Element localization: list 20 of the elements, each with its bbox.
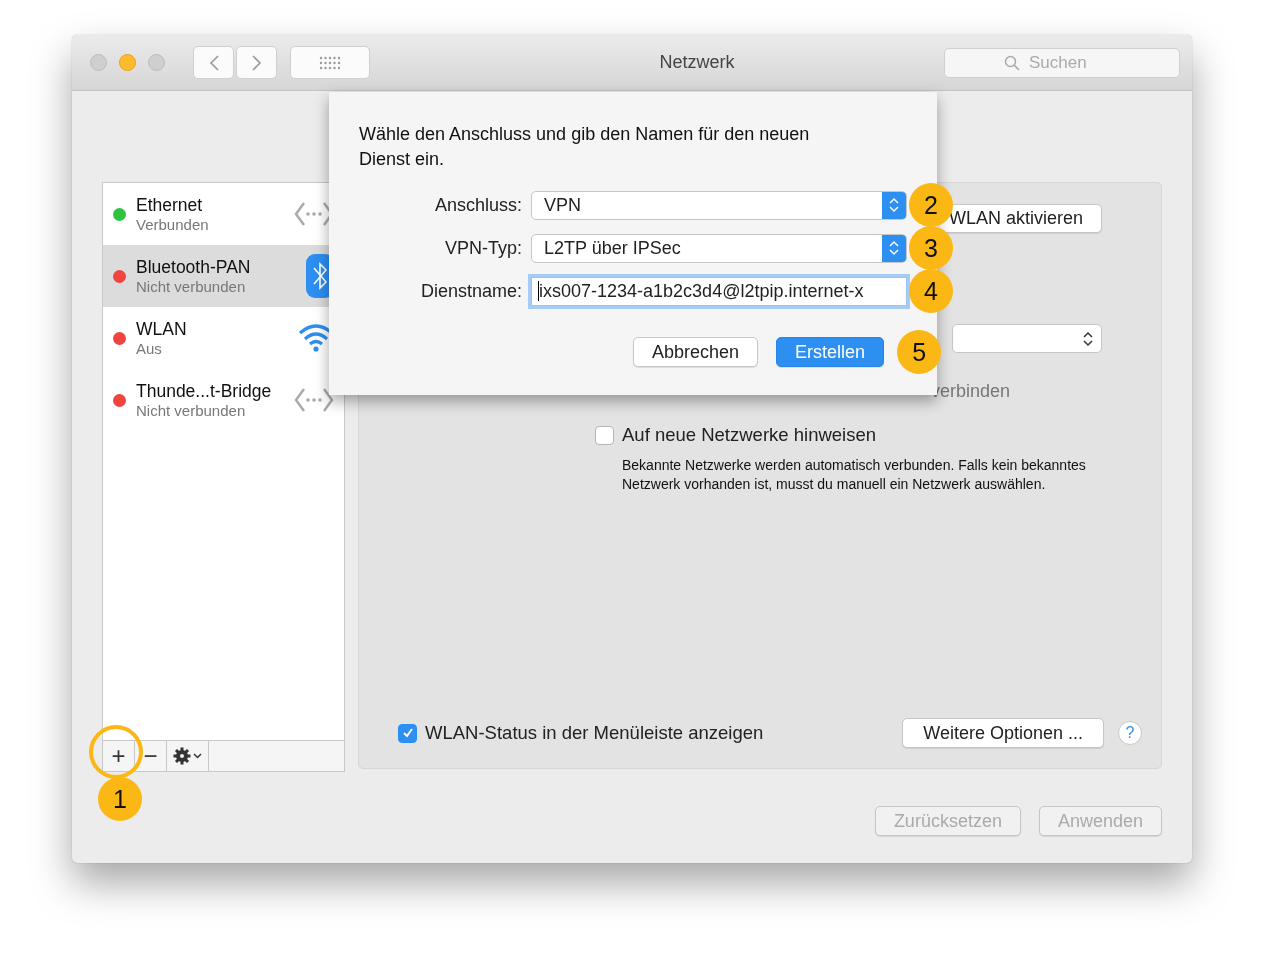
service-name: WLAN (136, 319, 188, 340)
service-name: Bluetooth-PAN (136, 257, 252, 278)
dialog-message: Wähle den Anschluss und gib den Namen für den neuen Dienst ein. (359, 123, 811, 171)
callout-number: 3 (909, 226, 953, 270)
service-status: Nicht verbunden (136, 402, 247, 419)
service-name: Ethernet (136, 195, 204, 216)
checkbox-label: WLAN-Status in der Menüleiste anzeigen (425, 722, 764, 744)
help-text: Bekannte Netzwerke werden automatisch verbunden. Falls kein bekanntes Netzwerk vorhanden ist, musst du manuell ein Netzwerk auswählen. (622, 456, 1087, 494)
service-name: Thunde...t-Bridge (136, 381, 273, 402)
service-status: Verbunden (136, 216, 210, 233)
option-label: verbinden (931, 381, 1012, 402)
service-status: Nicht verbunden (136, 278, 247, 295)
service-status: Aus (136, 340, 163, 357)
field-label: Anschluss: (433, 194, 522, 216)
window-title: Netzwerk (658, 52, 736, 73)
checkbox-label: Auf neue Netzwerke hinweisen (622, 424, 876, 446)
callout-number: 1 (98, 777, 142, 821)
field-label: Dienstname: (419, 280, 522, 302)
callout-number: 5 (897, 330, 942, 374)
field-label: VPN-Typ: (443, 237, 522, 259)
